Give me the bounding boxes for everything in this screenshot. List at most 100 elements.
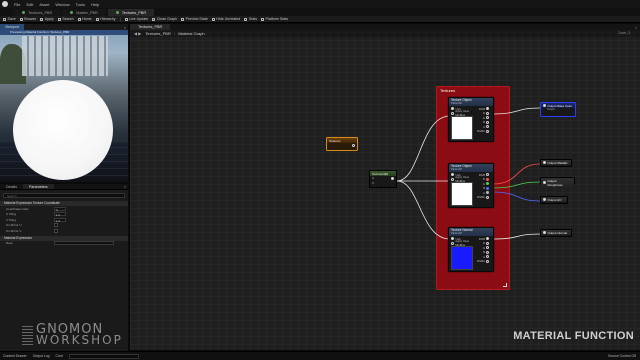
platform-stats-button[interactable]: Platform Stats <box>261 17 288 21</box>
save-button[interactable]: Save <box>3 17 16 21</box>
menu-help[interactable]: Help <box>88 2 102 7</box>
output-pin-icon[interactable] <box>486 107 490 111</box>
preview-state-button[interactable]: Preview State <box>181 17 208 21</box>
output-pin-icon[interactable] <box>486 129 490 133</box>
doc-tab-textures-pbr-active[interactable]: Textures_PBR <box>107 9 155 16</box>
input-pin-icon[interactable] <box>543 198 546 201</box>
material-graph[interactable]: Textures_PBR × ◀ ▶ Textures_PBR › Materi… <box>130 24 640 350</box>
output-pin-icon[interactable] <box>486 111 490 115</box>
doc-tab-master-pbr[interactable]: Master_PBR <box>62 9 106 16</box>
input-pin-icon[interactable] <box>451 111 454 115</box>
output-pin-icon[interactable] <box>486 195 490 199</box>
node-body: UVs Apply View MipBias RGB R G B A RGBA <box>449 106 493 141</box>
hide-unrelated-button[interactable]: Hide Unrelated <box>211 17 241 21</box>
unreal-logo-icon[interactable] <box>2 1 8 7</box>
search-button[interactable]: Search <box>57 17 74 21</box>
wire-uv-1 <box>396 115 451 182</box>
texcoord-node[interactable]: TexCoord[0] U V <box>369 170 397 188</box>
input-pin-icon[interactable] <box>451 107 454 111</box>
pin-label: Apply View MipBias <box>455 175 470 184</box>
clean-graph-button[interactable]: Clean Graph <box>152 17 177 21</box>
details-search-input[interactable]: Search <box>3 193 125 198</box>
hierarchy-button[interactable]: Hierarchy <box>95 17 116 21</box>
output-metallic-node[interactable]: Output Metallic <box>540 159 572 167</box>
gnomon-workshop-logo: GNOMON WORKSHOP <box>22 323 123 346</box>
output-ao-node[interactable]: Output AO <box>540 196 568 204</box>
input-pin-icon[interactable] <box>451 241 454 245</box>
output-pin-icon[interactable] <box>486 186 490 190</box>
home-button[interactable]: Home <box>77 17 92 21</box>
source-control-status[interactable]: Source Control Off <box>608 354 636 358</box>
v-tiling-field[interactable]: 1.0 <box>54 217 66 223</box>
preview-viewport[interactable]: Viewport × Previewing Material Function:… <box>0 24 128 182</box>
output-pin-icon[interactable] <box>486 250 490 254</box>
cmd-button[interactable]: Cmd <box>56 354 63 358</box>
pin-row: RGBA <box>475 129 493 134</box>
output-pin-icon[interactable] <box>486 173 490 177</box>
output-pin-icon[interactable] <box>486 177 490 181</box>
output-pin-icon[interactable] <box>391 176 394 180</box>
save-icon <box>3 17 6 21</box>
filter-icon <box>211 17 215 21</box>
browse-button[interactable]: Browse <box>19 17 36 21</box>
input-pin-icon[interactable] <box>543 104 546 107</box>
input-pin-icon[interactable] <box>451 177 454 181</box>
tab-parameters[interactable]: Parameters <box>23 184 54 189</box>
doc-tab-textures-pbr[interactable]: Textures_PBR <box>14 9 61 16</box>
input-pin-icon[interactable] <box>543 181 546 184</box>
input-pin-icon[interactable] <box>543 161 546 164</box>
desc-field[interactable] <box>54 241 114 246</box>
input-pin-icon[interactable] <box>543 231 546 234</box>
texture-object-node[interactable]: Texture Object Param2D UVs Apply View Mip… <box>448 163 494 209</box>
toolbar-label: Stats <box>248 17 257 21</box>
details-panel: Details Parameters × Search Material Exp… <box>0 184 128 360</box>
output-pin-icon[interactable] <box>486 116 490 120</box>
toolbar-label: Hide Unrelated <box>216 17 241 21</box>
apply-button[interactable]: Apply <box>40 17 54 21</box>
textures-parameter-node[interactable]: Textures <box>326 137 358 151</box>
output-pin-icon[interactable] <box>486 246 490 250</box>
refresh-icon <box>124 17 128 21</box>
unmirror-v-checkbox[interactable] <box>54 228 58 233</box>
stats-button[interactable]: Stats <box>244 17 257 21</box>
output-pin-icon[interactable] <box>486 125 490 129</box>
close-icon[interactable]: × <box>124 184 128 189</box>
output-pin-icon[interactable] <box>486 241 490 245</box>
node-header: Output Metallic <box>541 160 571 165</box>
output-pin-icon[interactable] <box>486 182 490 186</box>
node-subtitle: Output <box>547 108 555 111</box>
menu-window[interactable]: Window <box>52 2 72 7</box>
texture-object-node[interactable]: Texture Object Param2D UVs Apply View Mip… <box>448 97 494 143</box>
console-command-input[interactable] <box>68 353 139 359</box>
output-base-color-node[interactable]: Output Base Color Output <box>540 102 576 117</box>
output-pin-icon[interactable] <box>486 237 490 241</box>
menu-file[interactable]: File <box>11 2 23 7</box>
menu-edit[interactable]: Edit <box>23 2 36 7</box>
output-pin-icon[interactable] <box>486 255 490 259</box>
input-pin-icon[interactable] <box>451 173 454 177</box>
coordinate-index-field[interactable]: 0 <box>54 206 66 212</box>
tab-details[interactable]: Details <box>0 184 23 189</box>
output-roughness-node[interactable]: Output Roughness <box>540 177 575 187</box>
node-title: Output AO <box>547 197 562 202</box>
input-pin-icon[interactable] <box>451 237 454 241</box>
content-drawer-button[interactable]: Content Drawer <box>3 354 27 358</box>
output-normal-node[interactable]: Output Normal <box>540 229 572 237</box>
u-tiling-field[interactable]: 1.0 <box>54 212 66 217</box>
output-pin-icon[interactable] <box>352 143 355 147</box>
output-pin-icon[interactable] <box>486 120 490 124</box>
output-log-button[interactable]: Output Log <box>33 354 50 358</box>
node-pins: UVs Apply View MipBias <box>449 236 475 271</box>
menu-asset[interactable]: Asset <box>36 2 52 7</box>
menu-tools[interactable]: Tools <box>73 2 88 7</box>
preview-sphere <box>13 80 113 180</box>
output-pin-icon[interactable] <box>486 191 490 195</box>
texture-normal-node[interactable]: Texture Normal Param2D UVs Apply View Mip… <box>448 227 494 273</box>
unmirror-u-checkbox[interactable] <box>54 223 58 228</box>
output-pin-icon[interactable] <box>486 259 490 263</box>
close-icon[interactable]: × <box>124 25 128 30</box>
node-header: Output AO <box>541 197 567 202</box>
toolbar-separator <box>119 16 121 22</box>
live-update-button[interactable]: Live Update <box>124 17 148 21</box>
node-title: TexCoord[0] <box>372 171 389 176</box>
